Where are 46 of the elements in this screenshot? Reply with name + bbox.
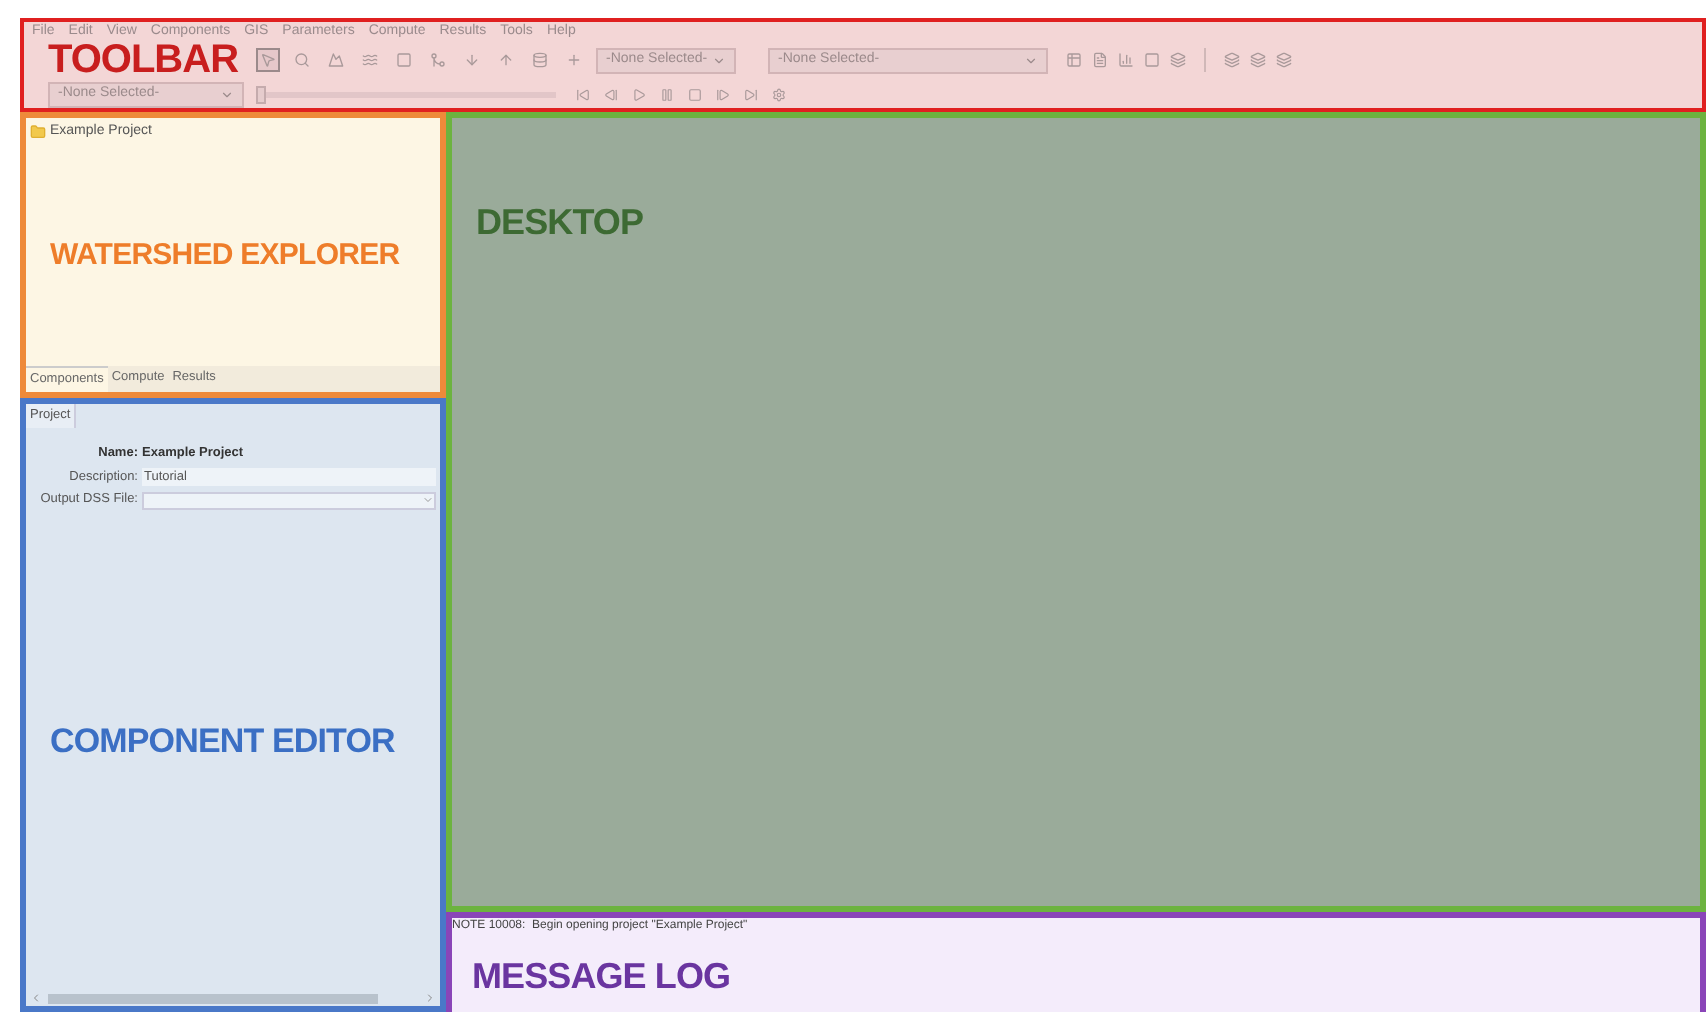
caret-icon (1024, 53, 1039, 67)
tool-button[interactable] (528, 48, 553, 72)
tool-button[interactable] (256, 48, 281, 72)
panel-label: WATERSHED EXPLORER (50, 239, 400, 270)
chart-icon[interactable] (1118, 52, 1135, 68)
plus-icon (566, 52, 583, 68)
layers-icon[interactable] (1276, 52, 1293, 68)
tool-button[interactable] (426, 48, 451, 72)
step-back-icon[interactable] (604, 87, 618, 101)
skip-back-icon[interactable] (576, 87, 590, 101)
mountain-icon (328, 52, 345, 68)
square-icon[interactable] (1144, 52, 1161, 68)
layers-icon[interactable] (1224, 52, 1241, 68)
skip-forward-icon[interactable] (744, 87, 758, 101)
caret-icon (712, 53, 727, 67)
stop-icon[interactable] (688, 87, 702, 101)
pause-icon[interactable] (660, 87, 674, 101)
merge-icon (430, 52, 447, 68)
dss-file-dropdown[interactable] (142, 491, 436, 510)
layers-icon[interactable] (1170, 52, 1187, 68)
scrollbar-thumb[interactable] (48, 993, 378, 1003)
square-icon (396, 52, 413, 68)
panel-label: DESKTOP (476, 202, 644, 242)
panel-label: COMPONENT EDITOR (50, 723, 395, 757)
search-icon (294, 52, 311, 68)
play-icon[interactable] (632, 87, 646, 101)
document-icon[interactable] (1092, 52, 1109, 68)
panel-label: MESSAGE LOG (472, 956, 731, 996)
tool-button[interactable] (392, 48, 417, 72)
scroll-left-icon[interactable] (30, 992, 42, 1004)
caret-icon (220, 87, 234, 101)
table-icon[interactable] (1066, 52, 1083, 68)
step-forward-icon[interactable] (716, 87, 730, 101)
slider-thumb[interactable] (256, 85, 266, 103)
cylinder-icon (532, 52, 549, 68)
arrow-down-icon (464, 52, 481, 68)
layers-icon[interactable] (1250, 52, 1267, 68)
tool-button[interactable] (324, 48, 349, 72)
scroll-right-icon[interactable] (424, 992, 436, 1004)
caret-icon (422, 494, 434, 507)
panel-label: TOOLBAR (48, 40, 239, 80)
arrow-up-icon (498, 52, 515, 68)
folder-icon (30, 124, 46, 141)
pointer-icon (260, 52, 277, 68)
waves-icon (362, 52, 379, 68)
settings-icon[interactable] (772, 87, 786, 101)
